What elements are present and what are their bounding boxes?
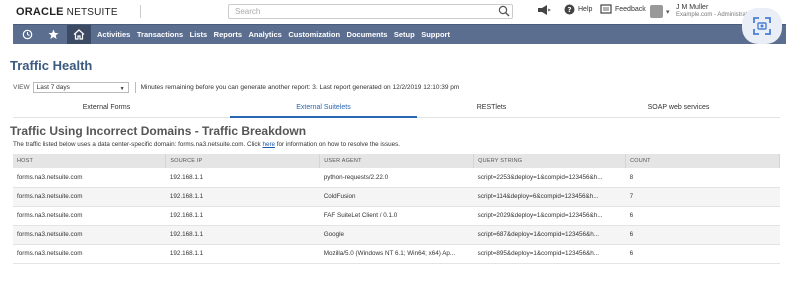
column-header-host[interactable]: HOST bbox=[13, 154, 167, 168]
cell-query-string: script=2253&deploy=1&compid=123456&h... bbox=[473, 168, 626, 188]
star-icon bbox=[48, 29, 58, 39]
column-header-count[interactable]: COUNT bbox=[625, 154, 780, 168]
table-row: forms.na3.netsuite.com 192.168.1.1 pytho… bbox=[13, 168, 780, 188]
table-row: forms.na3.netsuite.com 192.168.1.1 Googl… bbox=[13, 225, 780, 245]
tab-bar: External Forms External Suitelets RESTle… bbox=[13, 101, 780, 118]
description-text: The traffic listed below uses a data cen… bbox=[13, 141, 263, 148]
cell-query-string: script=687&deploy=1&compid=123456&h... bbox=[473, 225, 626, 245]
user-account: Example.com - Administrator bbox=[676, 12, 753, 18]
cell-host: forms.na3.netsuite.com bbox=[13, 168, 166, 188]
column-header-source-ip[interactable]: SOURCE IP bbox=[165, 154, 321, 168]
user-name: J M Muller bbox=[676, 4, 709, 11]
help-label: Help bbox=[578, 6, 593, 13]
cell-user-agent: ColdFusion bbox=[319, 187, 474, 207]
tab-restlets[interactable]: RESTlets bbox=[398, 101, 585, 118]
cell-host: forms.na3.netsuite.com bbox=[13, 244, 166, 264]
report-status-text: Minutes remaining before you can generat… bbox=[140, 84, 460, 91]
cell-host: forms.na3.netsuite.com bbox=[13, 206, 166, 226]
nav-menu: Activities Transactions Lists Reports An… bbox=[97, 25, 456, 44]
recent-history-button[interactable] bbox=[15, 25, 39, 44]
cell-count: 6 bbox=[625, 206, 780, 226]
cell-count: 8 bbox=[625, 168, 780, 188]
main-nav: Activities Transactions Lists Reports An… bbox=[13, 24, 786, 44]
cell-user-agent: python-requests/2.22.0 bbox=[319, 168, 474, 188]
chevron-down-icon: ▾ bbox=[666, 9, 670, 16]
view-label: VIEW bbox=[13, 84, 30, 91]
table-row: forms.na3.netsuite.com 192.168.1.1 ColdF… bbox=[13, 187, 780, 207]
active-tab-indicator bbox=[230, 116, 417, 118]
feedback-button[interactable]: Feedback bbox=[600, 4, 646, 15]
help-link[interactable]: here bbox=[262, 141, 275, 148]
view-filter-row: VIEW Last 7 days ▼ Minutes remaining bef… bbox=[13, 81, 459, 94]
section-description: The traffic listed below uses a data cen… bbox=[13, 141, 400, 148]
cell-source-ip: 192.168.1.1 bbox=[165, 206, 320, 226]
nav-item-setup[interactable]: Setup bbox=[394, 30, 415, 39]
column-header-user-agent[interactable]: USER AGENT bbox=[319, 154, 475, 168]
cell-source-ip: 192.168.1.1 bbox=[165, 244, 320, 264]
nav-item-customization[interactable]: Customization bbox=[288, 30, 340, 39]
logo-divider bbox=[140, 5, 141, 18]
nav-item-documents[interactable]: Documents bbox=[347, 30, 388, 39]
chevron-down-icon: ▼ bbox=[119, 86, 125, 92]
nav-item-lists[interactable]: Lists bbox=[190, 30, 208, 39]
help-icon: ? bbox=[564, 4, 575, 15]
cell-source-ip: 192.168.1.1 bbox=[165, 225, 320, 245]
cell-host: forms.na3.netsuite.com bbox=[13, 187, 166, 207]
cell-host: forms.na3.netsuite.com bbox=[13, 225, 166, 245]
cell-query-string: script=895&deploy=1&compid=123456&h... bbox=[473, 244, 626, 264]
nav-item-transactions[interactable]: Transactions bbox=[137, 30, 183, 39]
recent-records-button[interactable] bbox=[537, 4, 551, 16]
nav-item-support[interactable]: Support bbox=[421, 30, 450, 39]
table-row: forms.na3.netsuite.com 192.168.1.1 FAF S… bbox=[13, 206, 780, 226]
feedback-icon bbox=[600, 4, 612, 14]
cell-user-agent: Mozilla/5.0 (Windows NT 6.1; Win64; x64)… bbox=[319, 244, 474, 264]
help-button[interactable]: ? Help bbox=[564, 4, 592, 15]
netsuite-logo[interactable]: ORACLE NETSUITE bbox=[16, 6, 118, 18]
tab-soap-web-services[interactable]: SOAP web services bbox=[585, 101, 772, 118]
tab-external-forms[interactable]: External Forms bbox=[13, 101, 200, 118]
cell-user-agent: FAF SuiteLet Client / 0.1.0 bbox=[319, 206, 474, 226]
table-header-row: HOST SOURCE IP USER AGENT QUERY STRING C… bbox=[13, 154, 780, 168]
cell-count: 6 bbox=[625, 244, 780, 264]
cell-source-ip: 192.168.1.1 bbox=[165, 168, 320, 188]
home-button[interactable] bbox=[67, 25, 91, 44]
search-icon[interactable] bbox=[498, 5, 510, 17]
section-title: Traffic Using Incorrect Domains - Traffi… bbox=[10, 124, 307, 138]
feedback-label: Feedback bbox=[615, 6, 646, 13]
logo-oracle-text: ORACLE bbox=[16, 6, 64, 18]
favorites-button[interactable] bbox=[41, 25, 65, 44]
search-input[interactable]: Search bbox=[228, 4, 513, 19]
logo-netsuite-text: NETSUITE bbox=[66, 7, 118, 18]
cell-query-string: script=2029&deploy=1&compid=123456&h... bbox=[473, 206, 626, 226]
cell-count: 7 bbox=[625, 187, 780, 207]
top-bar: ORACLE NETSUITE Search ? Help Feedback ▾ … bbox=[0, 0, 811, 24]
scan-icon bbox=[753, 17, 771, 35]
page-title: Traffic Health bbox=[10, 58, 93, 73]
description-text-end: for information on how to resolve the is… bbox=[275, 141, 400, 148]
divider bbox=[134, 82, 136, 93]
screenshot-overlay-button[interactable] bbox=[742, 8, 782, 44]
traffic-table: HOST SOURCE IP USER AGENT QUERY STRING C… bbox=[13, 154, 780, 264]
nav-item-analytics[interactable]: Analytics bbox=[249, 30, 282, 39]
cell-count: 6 bbox=[625, 225, 780, 245]
history-icon bbox=[22, 29, 32, 40]
cell-query-string: script=114&deploy=6&compid=123456&h... bbox=[473, 187, 626, 207]
avatar bbox=[650, 5, 663, 18]
view-select-value: Last 7 days bbox=[36, 84, 70, 91]
megaphone-icon bbox=[538, 5, 551, 15]
nav-item-activities[interactable]: Activities bbox=[97, 30, 130, 39]
home-icon bbox=[73, 29, 85, 40]
table-row: forms.na3.netsuite.com 192.168.1.1 Mozil… bbox=[13, 244, 780, 264]
nav-item-reports[interactable]: Reports bbox=[214, 30, 242, 39]
view-select[interactable]: Last 7 days ▼ bbox=[32, 82, 129, 93]
cell-user-agent: Google bbox=[319, 225, 474, 245]
column-header-query-string[interactable]: QUERY STRING bbox=[473, 154, 627, 168]
cell-source-ip: 192.168.1.1 bbox=[165, 187, 320, 207]
svg-text:?: ? bbox=[567, 6, 571, 14]
